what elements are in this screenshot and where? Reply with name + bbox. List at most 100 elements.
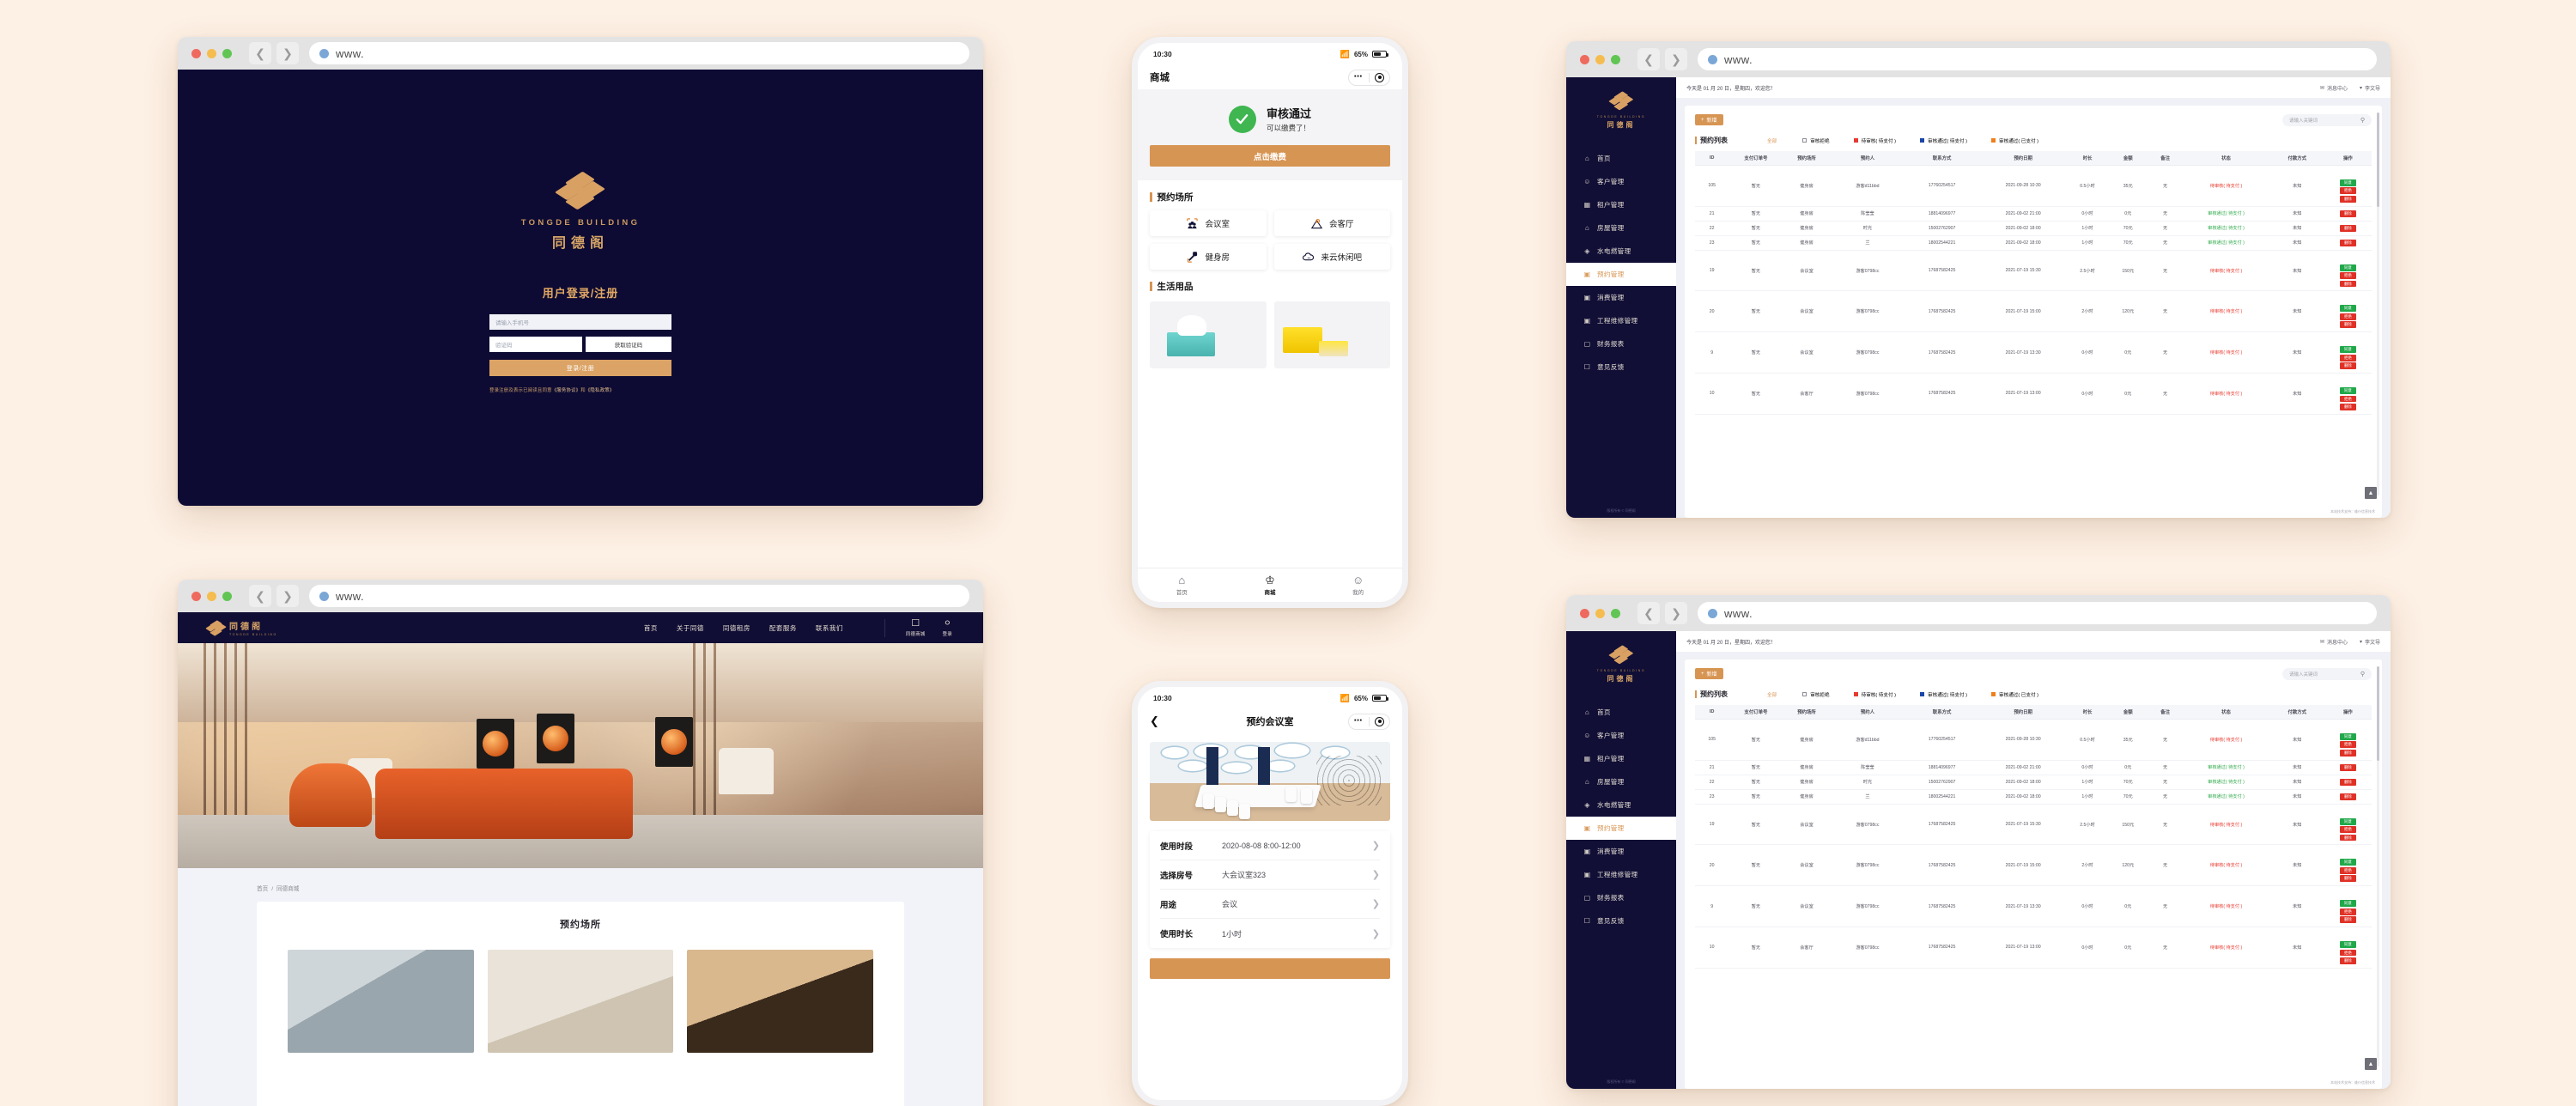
reject-button[interactable]: 拒绝 xyxy=(2339,741,2356,749)
reject-button[interactable]: 拒绝 xyxy=(2339,826,2356,833)
sidebar-item-utilities[interactable]: ◈ 水电燃管理 xyxy=(1566,793,1676,817)
sidebar-item-customers[interactable]: ☺ 客户管理 xyxy=(1566,170,1676,193)
filter-rejected[interactable]: 审核拒绝 xyxy=(1802,137,1830,144)
scrollbar-thumb[interactable] xyxy=(2377,112,2379,207)
approve-button[interactable]: 同意 xyxy=(2339,733,2356,740)
info-row-duration[interactable]: 使用时长 1小时 ❯ xyxy=(1160,919,1380,948)
delete-button[interactable]: 删除 xyxy=(2339,321,2356,329)
delete-button[interactable]: 删除 xyxy=(2339,195,2356,203)
address-bar[interactable]: www. xyxy=(1698,48,2377,70)
info-row-room[interactable]: 选择房号 大会议室323 ❯ xyxy=(1160,860,1380,890)
tab-home[interactable]: ⌂ 首页 xyxy=(1138,568,1226,602)
product-card-tissue[interactable] xyxy=(1150,301,1267,368)
search-icon[interactable]: ⚲ xyxy=(2360,671,2365,678)
approve-button[interactable]: 同意 xyxy=(2339,264,2356,271)
code-input[interactable]: 验证码 xyxy=(489,337,582,352)
sidebar-item-utilities[interactable]: ◈ 水电燃管理 xyxy=(1566,240,1676,263)
approve-button[interactable]: 同意 xyxy=(2339,305,2356,313)
filter-all[interactable]: 全部 xyxy=(1767,691,1777,698)
nav-item-services[interactable]: 配套服务 xyxy=(769,623,797,633)
table-row[interactable]: 20 暂无 会议室 游客0798cc 17687582425 2021-07-19 15:… xyxy=(1695,290,2372,333)
venue-card[interactable] xyxy=(288,950,474,1053)
product-card-soap[interactable] xyxy=(1273,301,1390,368)
sidebar-item-home[interactable]: ⌂ 首页 xyxy=(1566,701,1676,724)
minimize-button[interactable] xyxy=(1595,608,1605,618)
filter-approved-unpaid[interactable]: 审核通过( 待支付 ) xyxy=(1920,137,1967,144)
sidebar-item-consumption[interactable]: ▣ 消费管理 xyxy=(1566,286,1676,309)
reject-button[interactable]: 拒绝 xyxy=(2339,949,2356,957)
delete-button[interactable]: 删除 xyxy=(2339,362,2356,370)
delete-button[interactable]: 删除 xyxy=(2339,763,2356,771)
table-row[interactable]: 10 暂无 会客厅 游客0798cc 17687582425 2021-07-19 13:… xyxy=(1695,927,2372,969)
table-row[interactable]: 9 暂无 会议室 游客0798cc 17687582425 2021-07-19 13:3… xyxy=(1695,331,2372,374)
delete-button[interactable]: 删除 xyxy=(2339,280,2356,288)
sidebar-item-feedback[interactable]: ☐ 意见反馈 xyxy=(1566,356,1676,379)
table-row[interactable]: 21 暂无 健身房 陈莹莹 18814096977 2021-09-02 21:00 0小时… xyxy=(1695,206,2372,222)
sidebar-item-home[interactable]: ⌂ 首页 xyxy=(1566,147,1676,170)
mini-program-capsule[interactable]: ⋯ xyxy=(1347,713,1390,730)
window-controls[interactable] xyxy=(191,591,232,601)
back-icon[interactable]: ❮ xyxy=(1150,714,1159,728)
filter-approved-paid[interactable]: 审核通过( 已支付 ) xyxy=(1991,137,2038,144)
filter-pending[interactable]: 待审核( 待支付 ) xyxy=(1853,691,1896,698)
table-row[interactable]: 23 暂无 健身房兰 18002544221 2021-09-02 18:00 1小时 70… xyxy=(1695,235,2372,251)
maximize-button[interactable] xyxy=(1611,608,1620,618)
close-button[interactable] xyxy=(1580,54,1589,64)
reject-button[interactable]: 拒绝 xyxy=(2339,187,2356,195)
table-row[interactable]: 105 暂无 健身房 游客d11bbd 17760254517 2021-09-28 10… xyxy=(1695,719,2372,761)
delete-button[interactable]: 删除 xyxy=(2339,957,2356,964)
sidebar-item-consumption[interactable]: ▣ 消费管理 xyxy=(1566,840,1676,863)
delete-button[interactable]: 删除 xyxy=(2339,793,2356,800)
filter-pending[interactable]: 待审核( 待支付 ) xyxy=(1853,137,1896,144)
table-row[interactable]: 9 暂无 会议室 游客0798cc 17687582425 2021-07-19 13:3… xyxy=(1695,885,2372,928)
reject-button[interactable]: 拒绝 xyxy=(2339,272,2356,279)
delete-button[interactable]: 删除 xyxy=(2339,210,2356,217)
nav-action-store[interactable]: ☐ 同德商城 xyxy=(906,618,926,637)
nav-item-contact[interactable]: 联系我们 xyxy=(816,623,843,633)
scroll-to-top-button[interactable]: ▲ xyxy=(2365,1058,2377,1070)
approve-button[interactable]: 同意 xyxy=(2339,179,2356,186)
close-button[interactable] xyxy=(191,591,201,601)
back-icon[interactable]: ❮ xyxy=(1637,602,1660,624)
nav-buttons[interactable]: ❮ ❯ xyxy=(249,42,299,64)
sidebar-item-feedback[interactable]: ☐ 意见反馈 xyxy=(1566,909,1676,933)
forward-icon[interactable]: ❯ xyxy=(276,585,299,607)
venue-tile-lounge[interactable]: 会客厅 xyxy=(1273,210,1390,236)
target-circle-icon[interactable] xyxy=(1375,716,1384,726)
more-dots-icon[interactable]: ⋯ xyxy=(1354,73,1364,82)
minimize-button[interactable] xyxy=(207,591,216,601)
sidebar-item-maintenance[interactable]: ▣ 工程维修管理 xyxy=(1566,309,1676,332)
minimize-button[interactable] xyxy=(207,48,216,58)
tab-profile[interactable]: ☺ 我的 xyxy=(1314,568,1402,602)
maximize-button[interactable] xyxy=(222,48,232,58)
nav-buttons[interactable]: ❮ ❯ xyxy=(249,585,299,607)
approve-button[interactable]: 同意 xyxy=(2339,346,2356,354)
sidebar-item-finance[interactable]: ▢ 财务报表 xyxy=(1566,886,1676,909)
table-row[interactable]: 20 暂无 会议室 游客0798cc 17687582425 2021-07-19 15:… xyxy=(1695,844,2372,887)
login-submit-button[interactable]: 登录/注册 xyxy=(489,360,671,376)
back-icon[interactable]: ❮ xyxy=(249,42,271,64)
delete-button[interactable]: 删除 xyxy=(2339,916,2356,924)
message-center-link[interactable]: ✉ 消息中心 xyxy=(2320,638,2348,646)
tab-shop[interactable]: ♔ 商城 xyxy=(1226,568,1315,602)
reject-button[interactable]: 拒绝 xyxy=(2339,866,2356,874)
table-row[interactable]: 105 暂无 健身房 游客d11bbd 17760254517 2021-09-28 10… xyxy=(1695,165,2372,207)
service-agreement-link[interactable]: 《服务协议》 xyxy=(552,388,581,393)
window-controls[interactable] xyxy=(1580,54,1620,64)
venue-card[interactable] xyxy=(487,950,674,1053)
approve-button[interactable]: 同意 xyxy=(2339,941,2356,948)
sidebar-item-reservations[interactable]: ▣ 预约管理 xyxy=(1566,817,1676,840)
address-bar[interactable]: www. xyxy=(309,42,969,64)
table-row[interactable]: 19 暂无 会议室 游客0798cc 17687582425 2021-07-19 15:… xyxy=(1695,804,2372,846)
nav-action-login[interactable]: ⚪ 登录 xyxy=(943,618,952,637)
add-new-button[interactable]: + 新增 xyxy=(1695,114,1723,125)
venue-tile-leisure-bar[interactable]: 来云休闲吧 xyxy=(1273,244,1390,270)
sidebar-item-maintenance[interactable]: ▣ 工程维修管理 xyxy=(1566,863,1676,886)
search-input[interactable]: 请输入关键词 ⚲ xyxy=(2282,114,2372,126)
forward-icon[interactable]: ❯ xyxy=(276,42,299,64)
scroll-to-top-button[interactable]: ▲ xyxy=(2365,487,2377,499)
message-center-link[interactable]: ✉ 消息中心 xyxy=(2320,84,2348,92)
sidebar-item-reservations[interactable]: ▣ 预约管理 xyxy=(1566,263,1676,286)
add-new-button[interactable]: + 新增 xyxy=(1695,668,1723,679)
site-logo[interactable]: 同德阁 TONGDE BUILDING xyxy=(205,619,277,636)
